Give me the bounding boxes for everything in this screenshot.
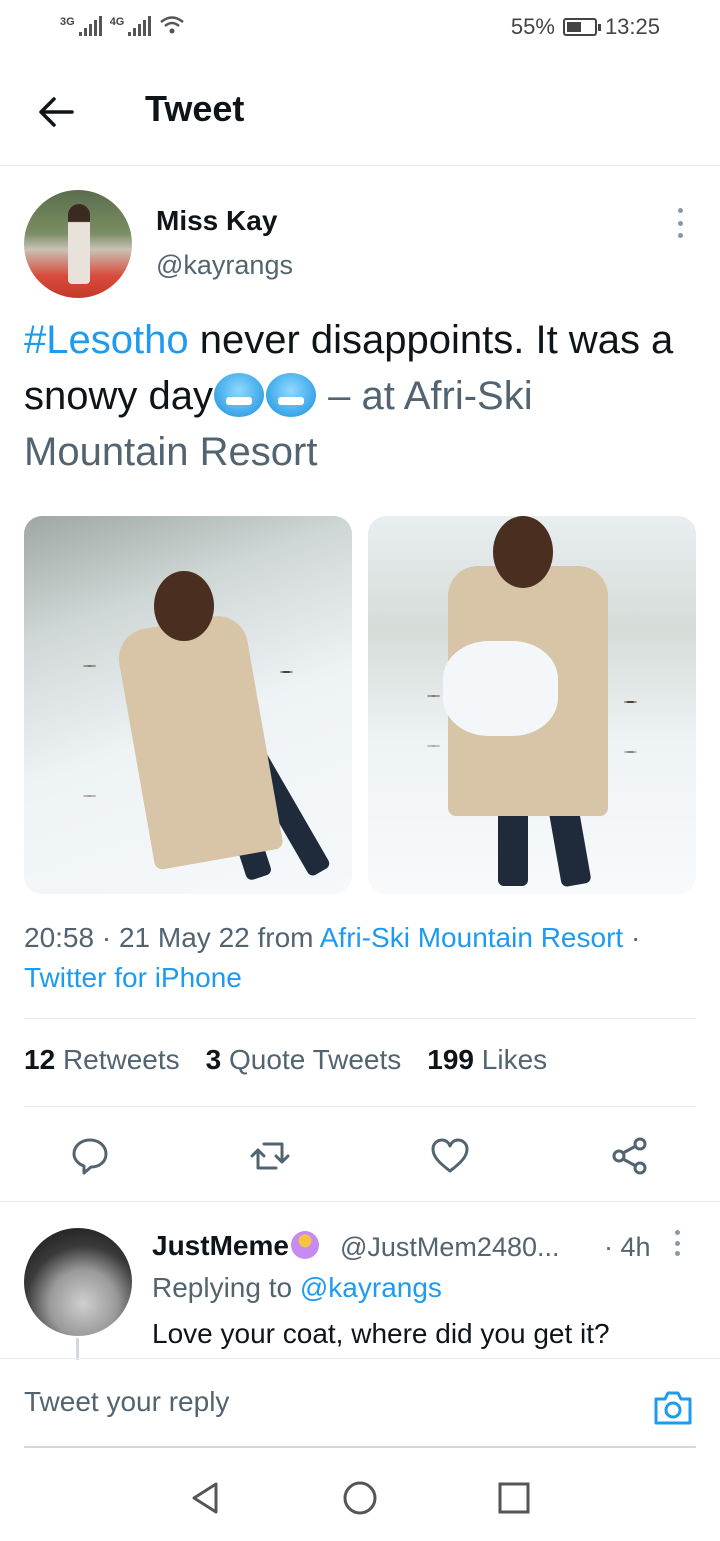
reply-text: Love your coat, where did you get it? [152, 1318, 610, 1349]
location-prefix: – at [316, 374, 404, 418]
nav-home-icon[interactable] [342, 1480, 378, 1516]
tweet-photo-2[interactable] [368, 516, 696, 894]
signal-4g-icon: 4G [110, 16, 152, 36]
nav-back-icon[interactable] [188, 1480, 224, 1516]
signal-3g-label: 3G [60, 16, 75, 28]
tweet-photo-1[interactable] [24, 516, 352, 894]
reply-avatar[interactable] [24, 1228, 132, 1336]
reply-icon[interactable] [70, 1136, 110, 1176]
quote-tweets-stat[interactable]: 3 Quote Tweets [206, 1044, 402, 1076]
replying-to-link[interactable]: @kayrangs [300, 1272, 442, 1303]
author-handle[interactable]: @kayrangs [156, 250, 293, 281]
replying-to: Replying to @kayrangs [152, 1272, 442, 1303]
tweet-date: 21 May 22 [118, 922, 250, 953]
author-name[interactable]: Miss Kay [156, 205, 277, 237]
signal-3g-icon: 3G [60, 16, 102, 36]
reply-composer [0, 1358, 720, 1448]
hashtag-link[interactable]: #Lesotho [24, 318, 189, 362]
reply-tweet[interactable]: JustMeme @JustMem2480... · 4h Replying t… [0, 1204, 720, 1360]
cold-face-emoji-icon [265, 373, 316, 417]
battery-icon [562, 18, 601, 36]
tweet-media [24, 516, 696, 894]
tweet-metadata: 20:58 · 21 May 22 from Afri-Ski Mountain… [24, 922, 641, 993]
fairy-emoji-icon [290, 1231, 319, 1259]
retweets-stat[interactable]: 12 Retweets [24, 1044, 180, 1076]
likes-stat[interactable]: 199 Likes [427, 1044, 547, 1076]
divider [24, 1106, 696, 1107]
thread-line [76, 1338, 79, 1360]
app-header: Tweet [0, 56, 720, 166]
author-avatar[interactable] [24, 190, 132, 298]
divider [24, 1018, 696, 1019]
system-nav-bar [0, 1450, 720, 1541]
signal-indicators: 3G 4G [60, 14, 185, 36]
from-label: from [257, 922, 314, 953]
status-bar: 3G 4G 55% 13:25 [0, 0, 720, 56]
status-right: 55% 13:25 [511, 14, 660, 40]
back-arrow-icon[interactable] [34, 90, 78, 134]
battery-percent: 55% [510, 14, 555, 39]
reply-author-name[interactable]: JustMeme [152, 1230, 319, 1262]
wifi-icon [160, 16, 185, 34]
tweet-time: 20:58 [24, 922, 95, 953]
camera-icon[interactable] [652, 1387, 694, 1429]
tweet-stats: 12 Retweets 3 Quote Tweets 199 Likes [24, 1044, 547, 1076]
clock: 13:25 [604, 14, 660, 39]
cold-face-emoji-icon [213, 373, 264, 417]
page-title: Tweet [145, 88, 245, 129]
signal-4g-label: 4G [109, 16, 125, 28]
client-link[interactable]: Twitter for iPhone [24, 962, 242, 993]
more-options-icon[interactable] [670, 208, 690, 238]
reply-input[interactable] [24, 1379, 624, 1425]
tweet-text: #Lesotho never disappoints. It was a sno… [24, 312, 694, 480]
nav-recents-icon[interactable] [496, 1480, 532, 1516]
reply-more-options-icon[interactable] [670, 1230, 684, 1256]
share-icon[interactable] [610, 1136, 650, 1176]
compose-underline [24, 1446, 696, 1448]
like-icon[interactable] [430, 1136, 470, 1176]
reply-author-handle[interactable]: @JustMem2480... [340, 1232, 560, 1263]
retweet-icon[interactable] [250, 1136, 290, 1176]
place-link[interactable]: Afri-Ski Mountain Resort [320, 922, 623, 953]
reply-timestamp: · 4h [604, 1232, 651, 1262]
tweet-actions [0, 1108, 720, 1202]
